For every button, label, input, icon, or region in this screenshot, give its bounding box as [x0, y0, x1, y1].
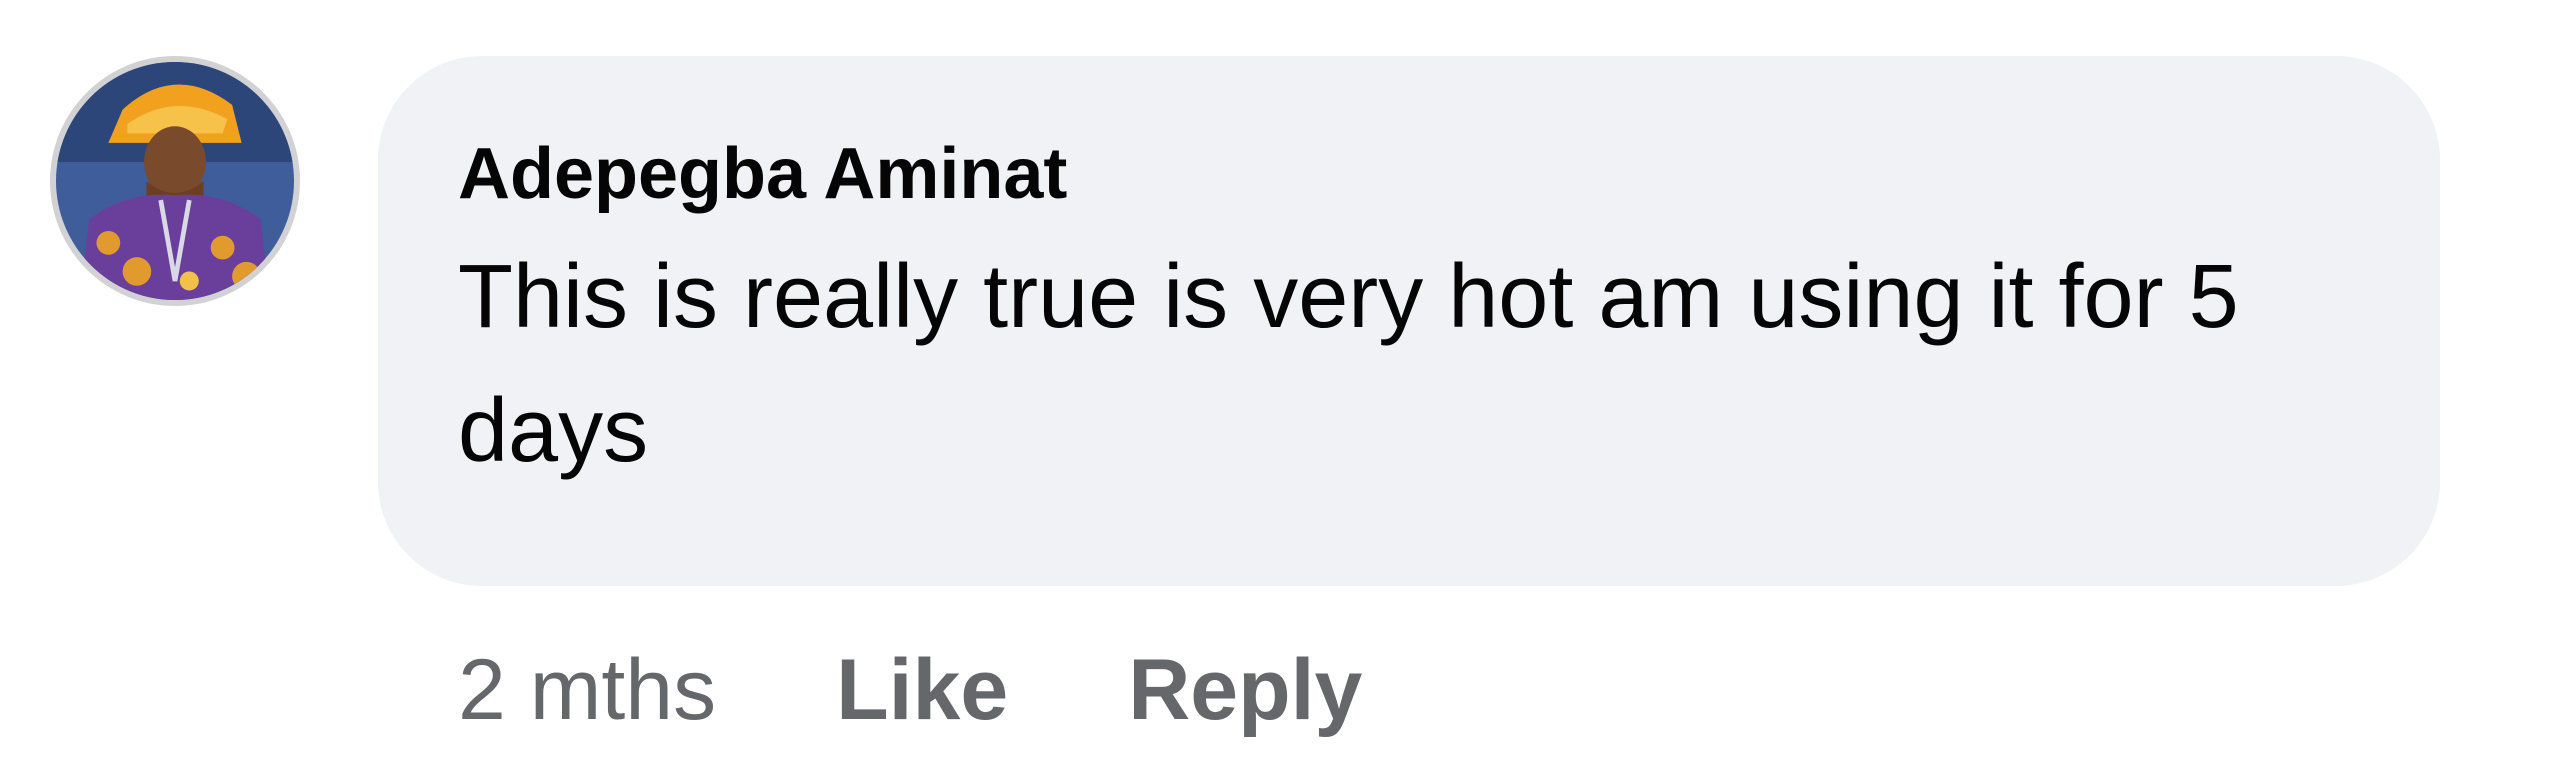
comment-actions-bar: 2 mths Like Reply	[458, 630, 1362, 750]
comment-timestamp[interactable]: 2 mths	[458, 641, 716, 740]
reply-button[interactable]: Reply	[1128, 641, 1362, 740]
comment-author-name[interactable]: Adepegba Aminat	[458, 126, 2360, 222]
comment-avatar[interactable]	[50, 56, 300, 306]
avatar-image	[56, 62, 294, 300]
comment-bubble: Adepegba Aminat This is really true is v…	[378, 56, 2440, 586]
comment-body-text: This is really true is very hot am using…	[458, 247, 2239, 481]
like-button[interactable]: Like	[836, 641, 1008, 740]
